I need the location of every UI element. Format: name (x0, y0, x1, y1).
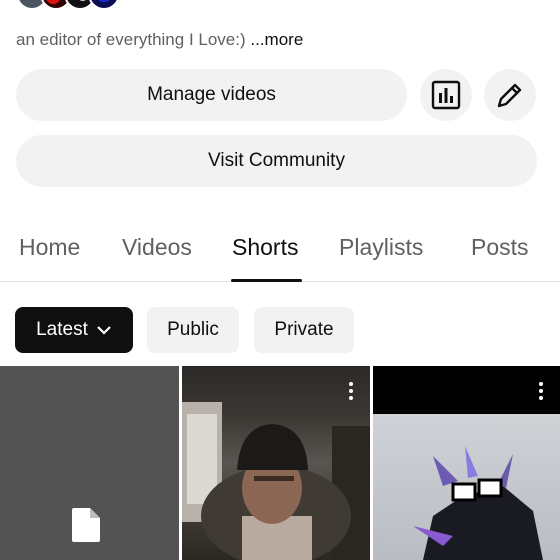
subscriber-avatars (16, 0, 120, 10)
soldier-thumbnail-image (182, 402, 370, 560)
file-icon (72, 508, 100, 542)
sort-latest-chip[interactable]: Latest (15, 307, 133, 353)
visit-community-button[interactable]: Visit Community (16, 135, 537, 187)
active-tab-indicator (231, 279, 302, 282)
filter-private-chip[interactable]: Private (254, 307, 354, 353)
analytics-button[interactable] (420, 69, 472, 121)
manage-videos-button[interactable]: Manage videos (16, 69, 407, 121)
manage-videos-label: Manage videos (147, 84, 276, 105)
analytics-icon (431, 80, 461, 110)
more-vert-icon[interactable] (538, 382, 544, 400)
filter-public-chip[interactable]: Public (147, 307, 239, 353)
visit-community-label: Visit Community (208, 150, 345, 171)
tab-videos[interactable]: Videos (122, 234, 192, 261)
pencil-icon (497, 83, 522, 108)
more-vert-icon[interactable] (348, 382, 354, 400)
public-label: Public (167, 319, 219, 340)
short-thumbnail[interactable] (373, 366, 560, 560)
short-thumbnail[interactable] (0, 366, 179, 560)
tab-posts[interactable]: Posts (471, 234, 529, 261)
description-text: an editor of everything I Love:) (16, 30, 246, 49)
avatar (88, 0, 120, 10)
edit-channel-button[interactable] (484, 69, 536, 121)
short-thumbnail[interactable] (182, 366, 370, 560)
channel-tabs: Home Videos Shorts Playlists Posts (0, 222, 560, 282)
more-link[interactable]: ...more (250, 30, 303, 49)
tab-home[interactable]: Home (19, 234, 80, 261)
tab-playlists[interactable]: Playlists (339, 234, 423, 261)
channel-description[interactable]: an editor of everything I Love:) ...more (16, 30, 303, 50)
tab-shorts[interactable]: Shorts (232, 234, 298, 261)
private-label: Private (274, 319, 334, 340)
chevron-down-icon (97, 326, 111, 335)
latest-label: Latest (36, 319, 88, 340)
robot-thumbnail-image (413, 446, 543, 560)
